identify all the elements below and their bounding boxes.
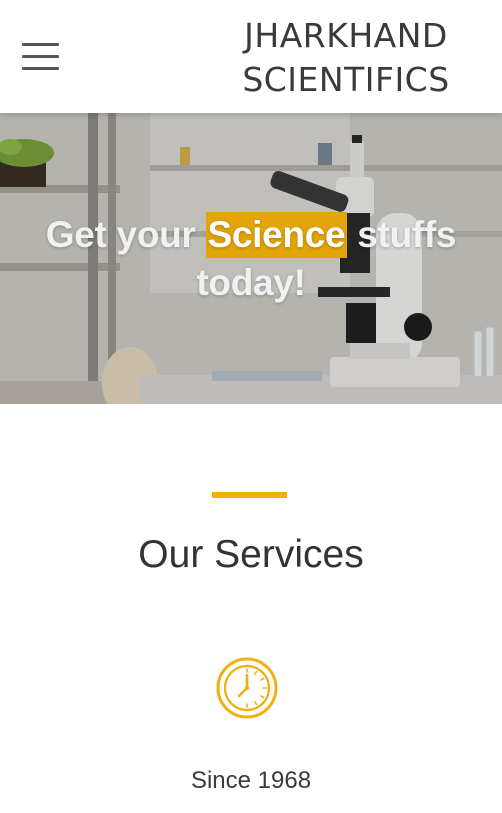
service-label-since: Since 1968 [190,767,312,794]
hero-headline: Get your Science stuffs today! [0,211,502,307]
hero-headline-highlight: Science [205,212,348,258]
hamburger-menu-icon[interactable] [22,43,59,71]
menu-line [22,43,59,46]
hero-headline-line-1: Get your Science stuffs [0,211,502,259]
section-accent-divider [212,492,287,498]
hero-headline-line-2: today! [196,262,306,303]
menu-line [22,67,59,70]
menu-line [22,55,59,58]
site-header: JHARKHAND SCIENTIFICS [0,0,502,113]
brand-line-1: JHARKHAND [244,16,448,55]
hero-headline-text-2: stuffs [347,214,457,255]
hero-headline-text-1: Get your [45,214,206,255]
hero-banner: Get your Science stuffs today! [0,113,502,404]
brand-line-2: SCIENTIFICS [242,60,450,99]
services-section-title: Our Services [138,533,364,576]
site-logo[interactable]: JHARKHAND SCIENTIFICS [226,14,466,102]
clock-icon [216,657,278,719]
